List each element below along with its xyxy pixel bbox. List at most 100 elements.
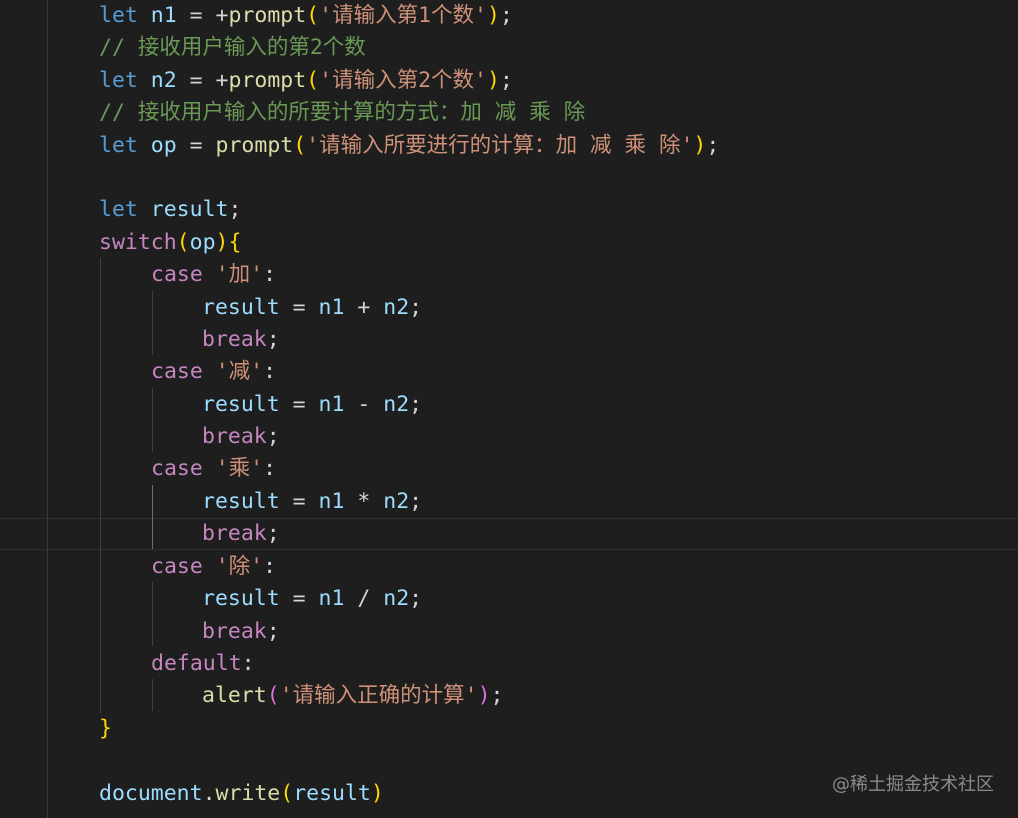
code-line-25[interactable]: document.write(result) <box>99 778 384 810</box>
indent-guide-case-4 <box>152 582 153 646</box>
code-line-2[interactable]: // 接收用户输入的第2个数 <box>99 32 366 64</box>
bracket: ( <box>280 781 294 806</box>
code-line-1[interactable]: let n1 = +prompt('请输入第1个数'); <box>99 0 513 32</box>
bracket: ( <box>293 133 307 158</box>
keyword: let <box>99 68 138 93</box>
indent-guide-case-1 <box>152 291 153 355</box>
code-line-11[interactable]: break; <box>202 324 280 356</box>
string-literal: '除' <box>215 554 264 579</box>
string-literal: '请输入第1个数' <box>319 3 487 28</box>
colon: : <box>263 359 277 384</box>
code-line-17[interactable]: break; <box>202 518 280 550</box>
indent-guide-case-3 <box>152 485 153 549</box>
identifier: n1 <box>318 489 345 514</box>
semicolon: ; <box>266 619 280 644</box>
identifier: result <box>293 781 371 806</box>
bracket: ) <box>693 133 707 158</box>
identifier: n2 <box>383 295 410 320</box>
code-line-3[interactable]: let n2 = +prompt('请输入第2个数'); <box>99 65 513 97</box>
control-keyword: break <box>202 327 267 352</box>
code-line-22[interactable]: alert('请输入正确的计算'); <box>202 680 503 712</box>
code-line-14[interactable]: break; <box>202 421 280 453</box>
function-name: prompt <box>228 3 307 28</box>
code-line-15[interactable]: case '乘': <box>151 453 276 485</box>
gutter-rule <box>47 0 48 818</box>
identifier: document <box>99 781 203 806</box>
function-name: prompt <box>228 68 307 93</box>
semicolon: ; <box>266 521 280 546</box>
bracket: ) <box>486 68 500 93</box>
code-line-16[interactable]: result = n1 * n2; <box>202 486 422 518</box>
operator: / <box>357 586 371 611</box>
code-line-5[interactable]: let op = prompt('请输入所要进行的计算：加 减 乘 除'); <box>99 130 719 162</box>
semicolon: ; <box>706 133 720 158</box>
code-line-13[interactable]: result = n1 - n2; <box>202 389 422 421</box>
identifier: op <box>150 133 177 158</box>
code-line-10[interactable]: result = n1 + n2; <box>202 292 422 324</box>
bracket: ) <box>215 230 229 255</box>
function-name: prompt <box>215 133 294 158</box>
semicolon: ; <box>499 68 513 93</box>
code-line-21[interactable]: default: <box>151 648 255 680</box>
code-line-23[interactable]: } <box>99 713 112 745</box>
bracket: ( <box>266 683 280 708</box>
bracket: ) <box>370 781 384 806</box>
code-line-19[interactable]: result = n1 / n2; <box>202 583 422 615</box>
semicolon: ; <box>409 489 423 514</box>
operator: + <box>215 68 229 93</box>
control-keyword: case <box>151 456 203 481</box>
semicolon: ; <box>409 295 423 320</box>
string-literal: '请输入所要进行的计算：加 减 乘 除' <box>306 133 694 158</box>
brace: { <box>228 230 242 255</box>
identifier: result <box>202 295 280 320</box>
identifier: n2 <box>383 489 410 514</box>
colon: : <box>263 554 277 579</box>
operator: * <box>357 489 371 514</box>
operator: = <box>292 489 306 514</box>
semicolon: ; <box>266 327 280 352</box>
identifier: result <box>202 489 280 514</box>
identifier: n2 <box>383 392 410 417</box>
control-keyword: break <box>202 619 267 644</box>
operator: = <box>189 3 203 28</box>
control-keyword: case <box>151 262 203 287</box>
string-literal: '请输入第2个数' <box>319 68 487 93</box>
identifier: result <box>202 392 280 417</box>
bracket: ( <box>176 230 190 255</box>
code-line-7[interactable]: let result; <box>99 194 241 226</box>
function-name: write <box>215 781 281 806</box>
keyword: let <box>99 3 138 28</box>
indent-guide-switch <box>100 258 101 713</box>
semicolon: ; <box>409 586 423 611</box>
comment: // 接收用户输入的第2个数 <box>99 35 366 60</box>
brace: } <box>99 716 112 741</box>
keyword: let <box>99 133 138 158</box>
semicolon: ; <box>409 392 423 417</box>
code-line-8[interactable]: switch(op){ <box>99 227 241 259</box>
semicolon: ; <box>228 197 242 222</box>
code-line-4[interactable]: // 接收用户输入的所要计算的方式：加 减 乘 除 <box>99 97 585 129</box>
indent-guide-case-2 <box>152 388 153 452</box>
control-keyword: case <box>151 359 203 384</box>
colon: : <box>263 262 277 287</box>
identifier: op <box>189 230 216 255</box>
control-keyword: break <box>202 521 267 546</box>
identifier: n1 <box>318 392 345 417</box>
operator: + <box>357 295 371 320</box>
operator: = <box>292 295 306 320</box>
control-keyword: switch <box>99 230 177 255</box>
keyword: let <box>99 197 138 222</box>
identifier: n1 <box>318 295 345 320</box>
identifier: n2 <box>150 68 177 93</box>
code-line-12[interactable]: case '减': <box>151 356 276 388</box>
code-line-20[interactable]: break; <box>202 616 280 648</box>
identifier: result <box>150 197 229 222</box>
semicolon: ; <box>499 3 513 28</box>
code-editor[interactable]: let n1 = +prompt('请输入第1个数'); // 接收用户输入的第… <box>0 0 1018 818</box>
string-literal: '减' <box>215 359 264 384</box>
code-line-9[interactable]: case '加': <box>151 259 276 291</box>
identifier: result <box>202 586 280 611</box>
identifier: n1 <box>150 3 177 28</box>
semicolon: ; <box>266 424 280 449</box>
code-line-18[interactable]: case '除': <box>151 551 276 583</box>
